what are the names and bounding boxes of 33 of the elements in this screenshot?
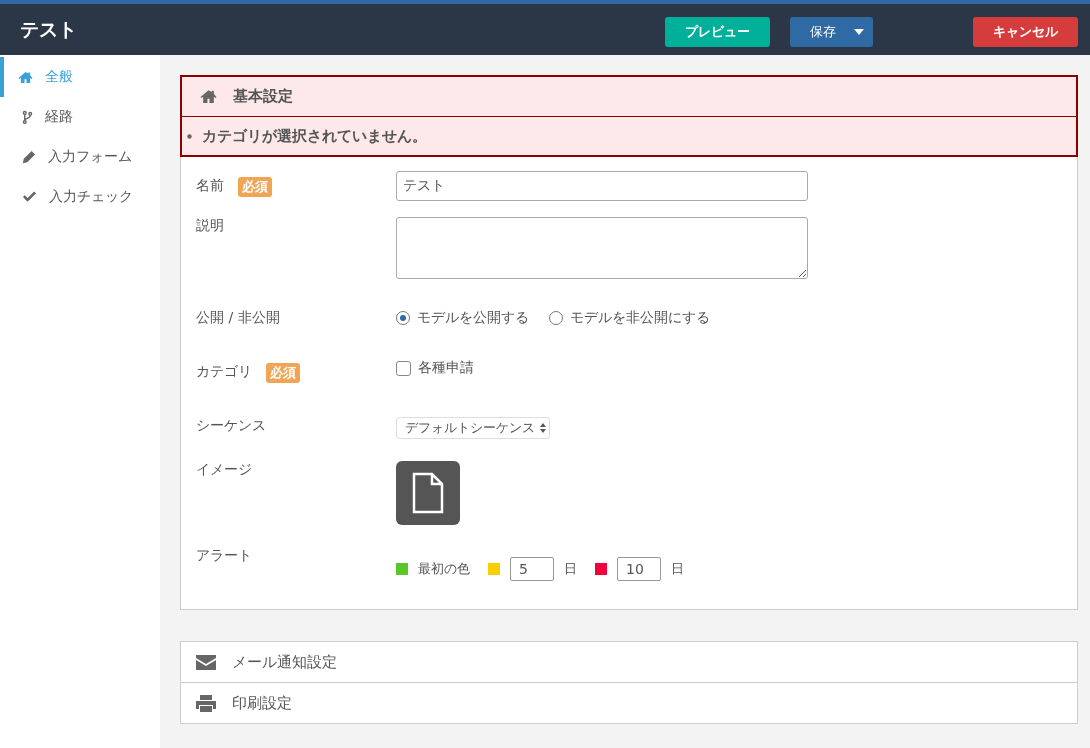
required-badge: 必須 (266, 363, 300, 383)
checkbox-label: 各種申請 (418, 359, 474, 377)
color-label: 最初の色 (418, 560, 470, 578)
field-label: 公開 / 非公開 (196, 309, 280, 327)
field-label: シーケンス (196, 417, 266, 435)
page-title: テスト (20, 16, 77, 42)
error-text: カテゴリが選択されていません。 (202, 126, 427, 146)
required-badge: 必須 (238, 177, 272, 197)
accordion-item[interactable]: メール通知設定 (181, 642, 1077, 682)
cancel-button[interactable]: キャンセル (973, 17, 1078, 47)
field-label: イメージ (196, 461, 252, 479)
unit-label: 日 (564, 560, 577, 578)
name-field[interactable]: テスト (396, 171, 808, 201)
field-label: 説明 (196, 217, 224, 235)
days-field[interactable]: 10 (617, 557, 661, 581)
sidebar-item[interactable]: 経路 (0, 97, 160, 137)
save-button[interactable]: 保存 (790, 17, 873, 47)
panel-title: 基本設定 (233, 87, 293, 106)
sidebar-label: 入力チェック (49, 188, 133, 206)
sidebar-label: 経路 (45, 108, 73, 126)
field-label: 名前 (196, 177, 224, 195)
accordion-item[interactable]: 印刷設定 (181, 682, 1077, 723)
unit-label: 日 (671, 560, 684, 578)
sidebar-label: 入力フォーム (48, 148, 132, 166)
radio-option[interactable]: モデルを公開する (396, 309, 529, 327)
sidebar-item[interactable]: 入力フォーム (0, 137, 160, 177)
days-field[interactable]: 5 (510, 557, 554, 581)
radio-label: モデルを公開する (417, 309, 529, 327)
sidebar-item[interactable]: 入力チェック (0, 177, 160, 217)
sequence-select[interactable]: デフォルトシーケンス (396, 417, 550, 439)
field-label: アラート (196, 547, 252, 565)
field-label: カテゴリ (196, 363, 252, 381)
sidebar-label: 全般 (45, 68, 73, 86)
